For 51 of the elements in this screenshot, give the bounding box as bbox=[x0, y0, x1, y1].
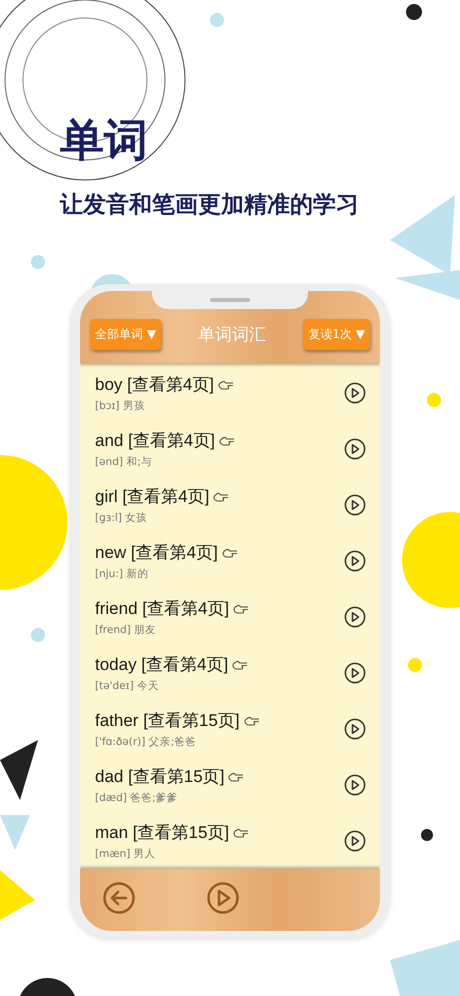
word-meaning: [mæn] 男人 bbox=[95, 847, 157, 861]
word-meaning: [bɔɪ] 男孩 bbox=[95, 399, 146, 413]
pointing-hand-icon[interactable] bbox=[218, 380, 234, 390]
play-icon[interactable] bbox=[344, 774, 366, 796]
word-meaning: [tə'deɪ] 今天 bbox=[95, 679, 160, 693]
word-title[interactable]: girl [查看第4页] bbox=[95, 485, 210, 508]
play-icon[interactable] bbox=[344, 718, 366, 740]
pointing-hand-icon[interactable] bbox=[219, 436, 235, 446]
decor-triangle bbox=[0, 815, 30, 850]
decor-dot bbox=[31, 255, 45, 269]
word-title[interactable]: and [查看第4页] bbox=[95, 429, 215, 452]
decor-dot bbox=[427, 393, 441, 407]
word-title[interactable]: man [查看第15页] bbox=[95, 821, 230, 844]
pointing-hand-icon[interactable] bbox=[213, 492, 230, 502]
word-meaning: ['fɑ:ðə(r)] 父亲;爸爸 bbox=[95, 735, 198, 749]
decor-dot bbox=[406, 4, 422, 20]
word-title[interactable]: boy [查看第4页] bbox=[95, 373, 214, 396]
word-meaning: [dæd] 爸爸;爹爹 bbox=[95, 791, 179, 805]
play-icon[interactable] bbox=[344, 830, 366, 852]
screen-title: 单词词汇 bbox=[198, 324, 266, 346]
play-icon[interactable] bbox=[344, 494, 366, 516]
decor-dot bbox=[421, 829, 433, 841]
decor-dot bbox=[408, 658, 422, 672]
play-icon[interactable] bbox=[344, 662, 366, 684]
pointing-hand-icon[interactable] bbox=[244, 716, 260, 726]
pointing-hand-icon[interactable] bbox=[233, 828, 250, 838]
play-icon[interactable] bbox=[344, 438, 366, 460]
pointing-hand-icon[interactable] bbox=[222, 548, 238, 558]
pointing-hand-icon[interactable] bbox=[232, 660, 248, 670]
subtitle: 让发音和笔画更加精准的学习 bbox=[60, 191, 360, 220]
word-meaning: [nju:] 新的 bbox=[95, 567, 150, 581]
decor-dot bbox=[31, 628, 45, 642]
word-title[interactable]: new [查看第4页] bbox=[95, 541, 218, 564]
play-icon[interactable] bbox=[344, 382, 366, 404]
decor-triangle bbox=[0, 870, 35, 920]
word-title[interactable]: today [查看第4页] bbox=[95, 653, 228, 676]
pointing-hand-icon[interactable] bbox=[228, 772, 244, 782]
back-icon[interactable] bbox=[102, 881, 136, 915]
word-meaning: [ənd] 和;与 bbox=[95, 455, 153, 469]
play-icon[interactable] bbox=[344, 606, 366, 628]
decor-triangle bbox=[390, 940, 460, 996]
speaker bbox=[210, 298, 250, 302]
word-meaning: [gɜ:l] 女孩 bbox=[95, 511, 148, 525]
word-title[interactable]: father [查看第15页] bbox=[95, 709, 240, 732]
word-title[interactable]: friend [查看第4页] bbox=[95, 597, 230, 620]
word-meaning: [frend] 朋友 bbox=[95, 623, 158, 637]
pointing-hand-icon[interactable] bbox=[233, 604, 250, 614]
play-icon[interactable] bbox=[344, 550, 366, 572]
decor-dot bbox=[210, 13, 224, 27]
decor-triangle bbox=[0, 740, 38, 800]
word-title[interactable]: dad [查看第15页] bbox=[95, 765, 224, 788]
